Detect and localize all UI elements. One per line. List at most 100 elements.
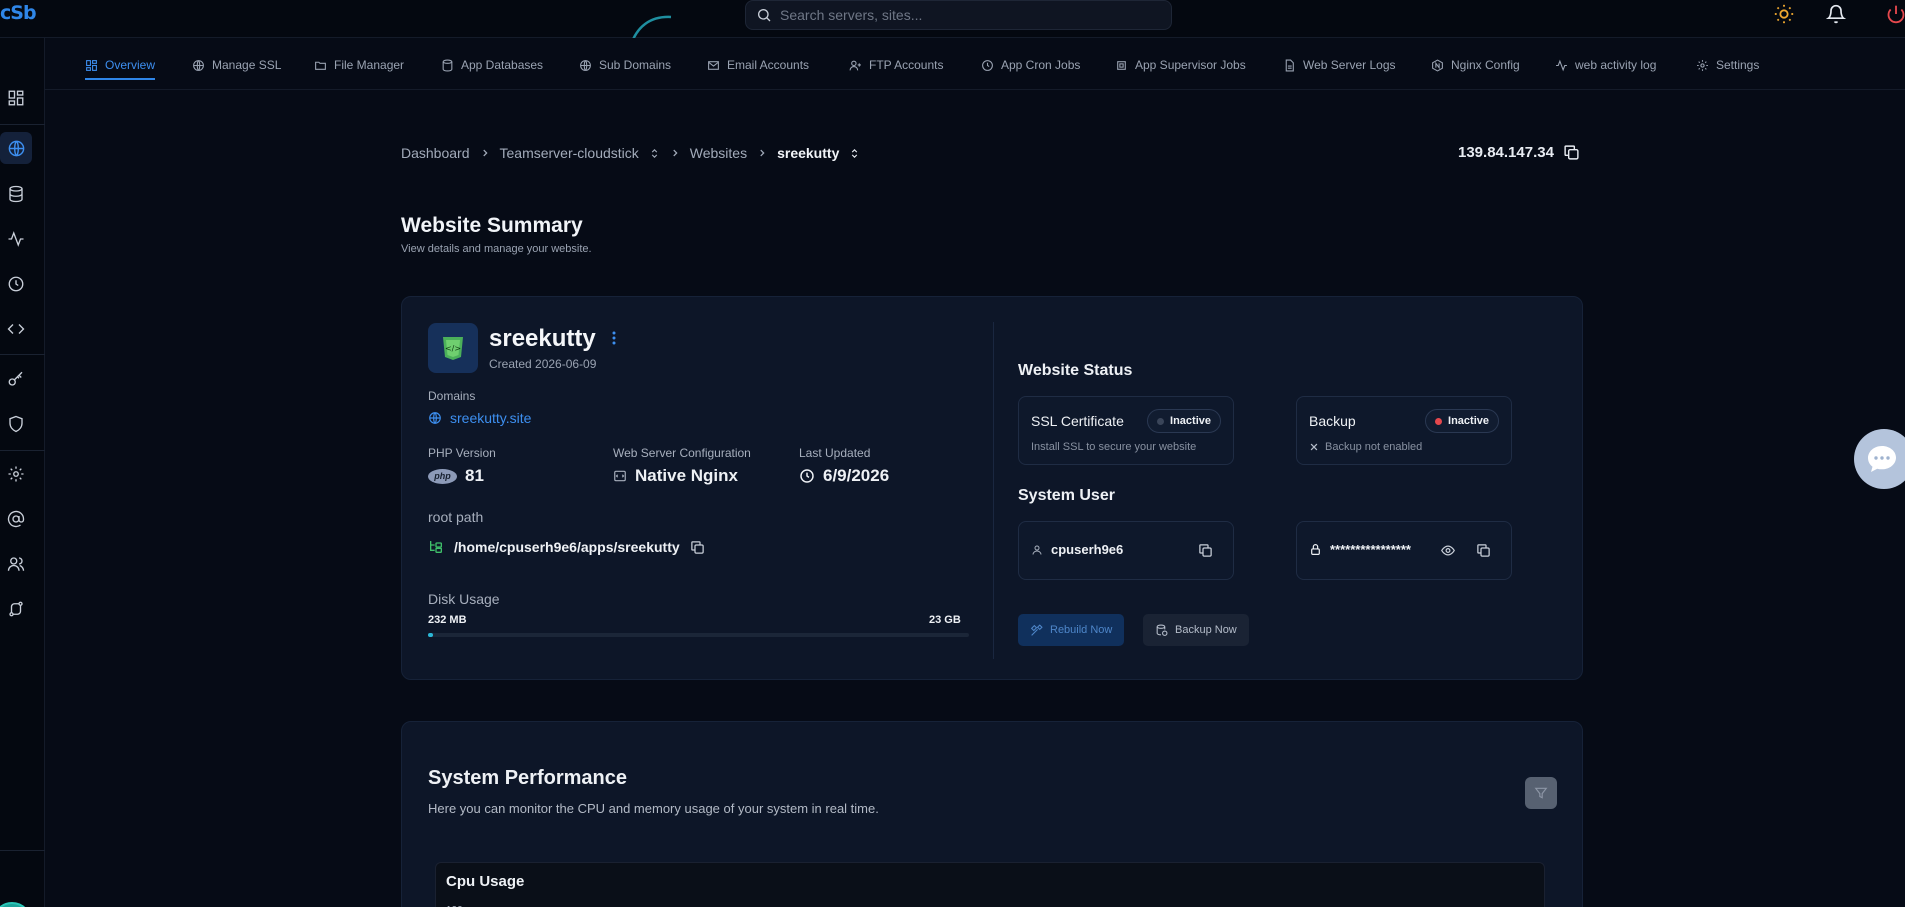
tab-settings[interactable]: Settings [1696,54,1759,76]
rail-websites[interactable] [0,132,32,164]
domains-label: Domains [428,389,476,403]
clock-icon [800,469,814,483]
folder-icon [315,61,326,70]
tab-manage-ssl[interactable]: Manage SSL [192,54,281,76]
shield-icon [9,415,23,433]
backup-note: Backup not enabled [1309,441,1422,453]
mail-icon [708,60,719,70]
tab-web-activity-log[interactable]: web activity log [1555,54,1656,76]
tab-app-databases[interactable]: App Databases [441,54,543,76]
tab-file-manager[interactable]: File Manager [314,54,404,76]
chevron-right-icon [482,149,488,157]
chevron-updown-icon[interactable] [849,147,860,160]
tab-overview[interactable]: Overview [85,54,156,80]
web-server-value: Native Nginx [613,466,738,486]
activity-icon [8,231,24,247]
site-created-date: Created 2026-06-09 [489,357,597,371]
server-ip-text: 139.84.147.34 [1458,144,1554,161]
tab-label: Email Accounts [727,58,810,72]
gear-icon [8,466,24,482]
rail-settings[interactable] [0,458,32,490]
breadcrumb-websites[interactable]: Websites [690,145,747,161]
rail-monitoring[interactable] [0,223,32,255]
user-icon [1032,545,1042,555]
tab-ftp-accounts[interactable]: FTP Accounts [849,54,943,76]
rail-cron[interactable] [0,268,32,300]
tab-nginx-config[interactable]: Nginx Config [1431,54,1520,76]
rail-deploy[interactable] [0,593,32,625]
tab-app-cron-jobs[interactable]: App Cron Jobs [981,54,1080,76]
users-icon [7,557,25,571]
disk-usage-label: Disk Usage [428,591,500,607]
system-performance-card: System Performance Here you can monitor … [401,721,1583,907]
copy-icon[interactable] [1476,543,1491,558]
globe-icon [580,59,591,71]
backup-now-button[interactable]: Backup Now [1143,614,1249,646]
rail-databases[interactable] [0,178,32,210]
grid-icon [86,59,97,71]
rail-users[interactable] [0,548,32,580]
php-icon: php [428,468,457,484]
copy-icon[interactable] [1198,543,1213,558]
power-icon[interactable] [1886,3,1905,25]
chat-support-button[interactable] [1854,429,1905,489]
tab-email-accounts[interactable]: Email Accounts [707,54,809,76]
eye-icon[interactable] [1440,543,1456,558]
gear-icon [1697,59,1708,71]
rail-keys[interactable] [0,363,32,395]
svg-text:</>: </> [445,344,461,353]
performance-subtitle: Here you can monitor the CPU and memory … [428,801,879,816]
rebuild-now-button[interactable]: Rebuild Now [1018,614,1125,646]
folder-tree-icon [430,541,442,553]
tab-sub-domains[interactable]: Sub Domains [579,54,671,76]
web-server-text: Native Nginx [635,466,738,485]
backup-status-text: Inactive [1448,415,1489,427]
ssl-note: Install SSL to secure your website [1031,441,1197,453]
bell-icon[interactable] [1826,3,1846,25]
breadcrumb-current-site[interactable]: sreekutty [777,145,839,161]
globe-icon [8,140,24,156]
rail-dashboard[interactable] [0,82,32,114]
website-status-title: Website Status [1018,362,1133,379]
ssl-status-dot [1157,417,1165,425]
rail-security[interactable] [0,408,32,440]
file-icon [1285,59,1294,71]
dashboard-icon [8,90,24,106]
last-updated-value: 6/9/2026 [799,466,889,486]
tab-app-supervisor-jobs[interactable]: App Supervisor Jobs [1115,54,1246,76]
rail-email[interactable] [0,503,32,535]
user-avatar[interactable] [0,902,32,907]
search-icon [758,9,771,22]
performance-title: System Performance [428,767,627,789]
app-logo[interactable]: cSb [0,2,37,24]
copy-icon[interactable] [1563,144,1580,161]
chevron-right-icon [673,149,678,157]
rail-code[interactable] [0,313,32,345]
page-subtitle: View details and manage your website. [401,243,592,255]
breadcrumb-dashboard[interactable]: Dashboard [401,145,470,161]
more-menu-icon[interactable] [612,331,616,345]
rebuild-now-label: Rebuild Now [1050,624,1113,636]
backup-title: Backup [1309,413,1356,429]
copy-icon[interactable] [690,540,705,555]
tab-label: Sub Domains [599,58,672,72]
search-box[interactable] [745,0,1172,30]
ssl-status-box[interactable]: SSL Certificate Inactive Install SSL to … [1018,396,1234,465]
domain-link[interactable]: sreekutty.site [428,410,531,426]
user-plus-icon [849,60,861,70]
theme-toggle-sun-icon[interactable] [1773,3,1795,25]
database-backup-icon [1156,624,1168,636]
card-divider [993,322,994,659]
cpu-icon [1117,60,1126,70]
system-password: **************** [1309,542,1411,557]
database-icon [9,185,23,203]
filter-button[interactable] [1525,777,1557,809]
breadcrumb-server[interactable]: Teamserver-cloudstick [500,145,639,161]
backup-status-box[interactable]: Backup Inactive Backup not enabled [1296,396,1512,465]
tab-label: Nginx Config [1451,58,1520,72]
search-input[interactable] [780,7,1160,23]
chat-icon [1868,446,1896,472]
chevron-updown-icon[interactable] [649,147,660,160]
cpu-usage-chart: Cpu Usage 100 [435,862,1545,907]
tab-web-server-logs[interactable]: Web Server Logs [1283,54,1396,76]
